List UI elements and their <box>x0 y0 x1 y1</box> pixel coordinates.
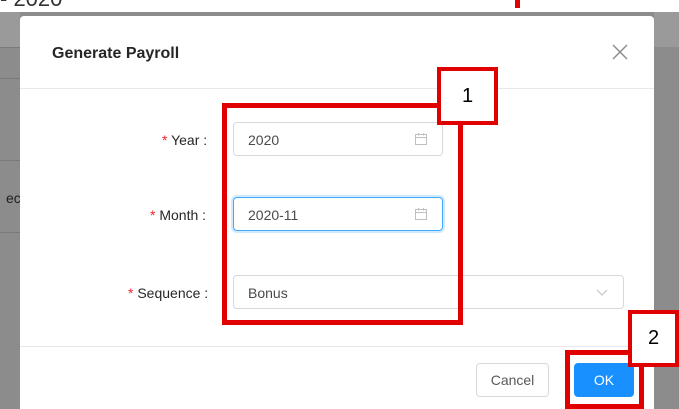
sequence-label-text: Sequence : <box>137 285 209 301</box>
close-icon[interactable] <box>608 40 632 64</box>
background-side-text: ec <box>6 190 21 206</box>
annotation-label-step-1: 1 <box>437 67 498 125</box>
background-divider <box>0 47 20 48</box>
background-divider <box>0 160 20 161</box>
sequence-label: * Sequence : <box>128 285 208 301</box>
year-label-text: Year : <box>171 132 208 148</box>
modal-title: Generate Payroll <box>52 45 180 62</box>
year-label: * Year : <box>162 132 207 148</box>
chevron-down-icon <box>596 289 608 296</box>
background-page-title: - 2020 <box>0 0 62 12</box>
background-header-band <box>0 12 20 47</box>
background-red-mark <box>515 0 520 8</box>
month-label: * Month : <box>150 207 206 223</box>
month-label-text: Month : <box>159 207 207 223</box>
background-divider <box>0 232 20 233</box>
annotation-box-step-1 <box>222 103 463 325</box>
modal-footer-divider <box>20 346 654 347</box>
background-top-area: - 2020 <box>0 0 679 12</box>
annotation-label-step-2: 2 <box>628 310 679 367</box>
background-divider <box>0 78 20 79</box>
modal-header-divider <box>20 88 654 89</box>
cancel-button[interactable]: Cancel <box>476 363 549 397</box>
required-mark: * <box>128 285 134 301</box>
background-header-band-right <box>654 12 679 47</box>
required-mark: * <box>150 207 156 223</box>
required-mark: * <box>162 132 168 148</box>
